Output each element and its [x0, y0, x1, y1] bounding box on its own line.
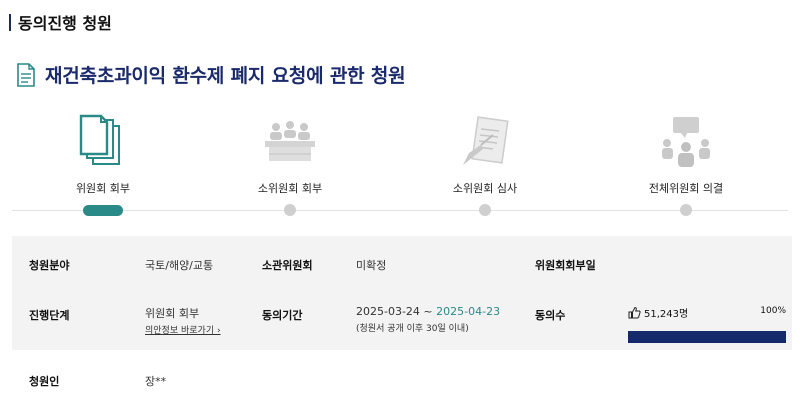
meeting-table-icon — [265, 121, 315, 161]
petitioner-row: 청원인 장** — [29, 373, 166, 389]
thumbs-up-icon — [628, 306, 641, 319]
section-header: 동의진행 청원 — [9, 10, 112, 34]
step-subcommittee-review: 소위원회 심사 — [410, 112, 560, 216]
stage-value: 위원회 회부 — [145, 307, 200, 320]
step-label: 소위원회 심사 — [452, 182, 518, 195]
progress-steps: 위원회 회부 소위원회 회부 소위원회 심사 전체위원회 의결 — [0, 112, 800, 232]
stage-cell: 위원회 회부 의안정보 바로가기 › — [145, 305, 221, 336]
field-value: 국토/해양/교통 — [145, 259, 214, 272]
petitioner-label: 청원인 — [29, 375, 60, 388]
document-icon — [17, 62, 35, 87]
agree-percent: 100% — [760, 306, 786, 316]
field-label: 청원분야 — [29, 259, 70, 272]
referral-date-label: 위원회회부일 — [535, 259, 596, 272]
step-label: 소위원회 회부 — [257, 182, 323, 195]
petition-info-panel: 청원분야 국토/해양/교통 소관위원회 미확정 위원회회부일 진행단계 위원회 … — [12, 236, 792, 350]
step-full-committee: 전체위원회 의결 — [611, 112, 761, 216]
agree-count: 51,243명 — [628, 305, 688, 320]
petition-header: 재건축초과이익 환수제 폐지 요청에 관한 청원 — [17, 61, 406, 88]
documents-stack-icon — [79, 114, 120, 165]
step-indicator — [479, 204, 491, 216]
review-document-icon — [463, 116, 509, 165]
period-note: (청원서 공개 이후 30일 이내) — [356, 324, 469, 334]
step-committee-referral: 위원회 회부 — [28, 112, 178, 216]
discussion-group-icon — [662, 117, 710, 167]
step-indicator — [680, 204, 692, 216]
agree-count-box: 51,243명 100% — [628, 304, 786, 343]
steps-line — [12, 210, 788, 211]
section-title: 동의진행 청원 — [18, 14, 112, 33]
agree-count-text: 51,243명 — [644, 309, 689, 320]
step-indicator-active — [83, 205, 123, 216]
agree-label: 동의수 — [535, 309, 566, 322]
step-indicator — [284, 204, 296, 216]
step-label: 전체위원회 의결 — [648, 182, 724, 195]
committee-label: 소관위원회 — [262, 259, 313, 272]
agree-progress-bar — [628, 331, 786, 343]
period-start: 2025-03-24 ~ — [356, 305, 437, 318]
step-label: 위원회 회부 — [75, 182, 131, 195]
stage-label: 진행단계 — [29, 309, 70, 322]
period-cell: 2025-03-24 ~ 2025-04-23 (청원서 공개 이후 30일 이… — [356, 305, 500, 334]
committee-value: 미확정 — [356, 259, 387, 272]
period-label: 동의기간 — [262, 309, 303, 322]
period-end: 2025-04-23 — [436, 305, 501, 318]
petition-title: 재건축초과이익 환수제 폐지 요청에 관한 청원 — [45, 65, 406, 87]
step-subcommittee-referral: 소위원회 회부 — [215, 112, 365, 216]
bill-info-link[interactable]: 의안정보 바로가기 › — [145, 323, 221, 336]
agree-progress-fill — [628, 331, 786, 343]
petitioner-value: 장** — [145, 375, 167, 388]
section-bar — [9, 13, 11, 31]
